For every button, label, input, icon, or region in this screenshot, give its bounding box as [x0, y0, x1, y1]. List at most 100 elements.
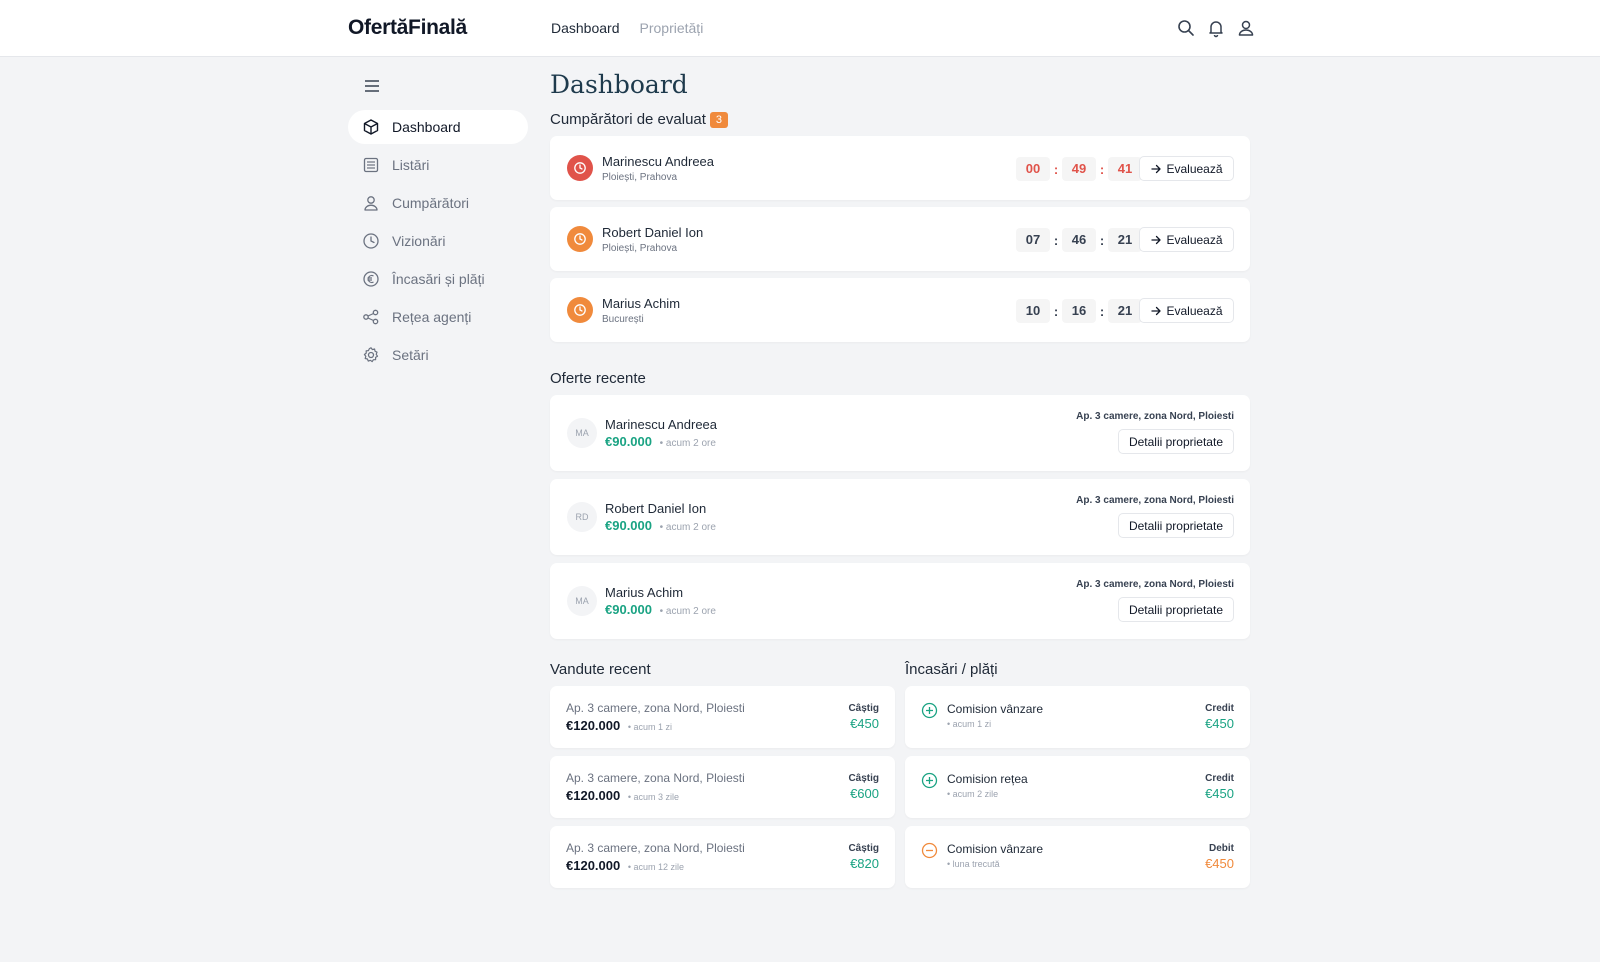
payment-name: Comision vânzare — [947, 702, 1044, 716]
payment-time: • acum 1 zi — [947, 719, 992, 729]
sold-details: €120.000 • acum 12 zile — [566, 858, 684, 873]
sidebar-item-agent-network[interactable]: Rețea agenți — [348, 300, 528, 334]
sidebar-item-payments[interactable]: Încasări și plăți — [348, 262, 528, 296]
sidebar-item-label: Vizionări — [392, 233, 446, 249]
gain-label: Câștig — [848, 843, 879, 854]
avatar: MA — [567, 418, 597, 448]
timer-separator: : — [1099, 232, 1105, 248]
timer-separator: : — [1099, 161, 1105, 177]
sidebar-item-dashboard[interactable]: Dashboard — [348, 110, 528, 144]
hamburger-menu-icon[interactable] — [362, 76, 382, 96]
payment-card[interactable]: Comision rețea • acum 2 zile Credit €450 — [905, 756, 1250, 818]
offer-card: MA Marinescu Andreea €90.000 • acum 2 or… — [550, 395, 1250, 471]
buyer-location: Ploiești, Prahova — [602, 172, 678, 183]
sold-card[interactable]: Ap. 3 camere, zona Nord, Ploiesti €120.0… — [550, 686, 895, 748]
gain-amount: €450 — [850, 716, 879, 731]
user-icon[interactable] — [1236, 18, 1256, 38]
timer-seconds: 21 — [1108, 299, 1142, 323]
sidebar-item-label: Rețea agenți — [392, 309, 472, 325]
evaluate-button-label: Evaluează — [1166, 303, 1223, 318]
sidebar-item-label: Dashboard — [392, 119, 461, 135]
cube-icon — [362, 118, 380, 136]
sidebar-item-label: Încasări și plăți — [392, 271, 485, 287]
timer-separator: : — [1053, 232, 1059, 248]
timer-hours: 10 — [1016, 299, 1050, 323]
sidebar-item-settings[interactable]: Setări — [348, 338, 528, 372]
sidebar-item-listings[interactable]: Listări — [348, 148, 528, 182]
countdown-timer: 10 : 16 : 21 — [1016, 299, 1142, 323]
sidebar-item-buyers[interactable]: Cumpărători — [348, 186, 528, 220]
offer-time: • acum 2 ore — [659, 522, 716, 533]
property-details-button[interactable]: Detalii proprietate — [1117, 429, 1234, 454]
sold-recent-column: Vandute recent Ap. 3 camere, zona Nord, … — [550, 661, 895, 888]
timer-hours: 07 — [1016, 228, 1050, 252]
offers-section-title: Oferte recente — [550, 370, 646, 387]
payment-card[interactable]: Comision vânzare • luna trecută Debit €4… — [905, 826, 1250, 888]
offer-details: €90.000 • acum 2 ore — [605, 518, 716, 533]
clock-icon — [567, 226, 593, 252]
payment-time: • acum 2 zile — [947, 789, 999, 799]
top-nav-dashboard[interactable]: Dashboard — [551, 20, 620, 36]
evaluate-button[interactable]: Evaluează — [1139, 227, 1234, 252]
offer-property: Ap. 3 camere, zona Nord, Ploiesti — [1076, 579, 1234, 590]
buyer-name: Marinescu Andreea — [602, 154, 715, 169]
sold-card[interactable]: Ap. 3 camere, zona Nord, Ploiesti €120.0… — [550, 826, 895, 888]
avatar: MA — [567, 586, 597, 616]
sidebar-item-label: Cumpărători — [392, 195, 470, 211]
payment-time: • luna trecută — [947, 859, 1000, 869]
sold-card[interactable]: Ap. 3 camere, zona Nord, Ploiesti €120.0… — [550, 756, 895, 818]
top-nav: Dashboard Proprietăți — [551, 20, 703, 36]
bell-icon[interactable] — [1206, 18, 1226, 38]
minus-circle-icon — [921, 842, 938, 859]
sold-details: €120.000 • acum 1 zi — [566, 718, 672, 733]
sidebar-item-label: Listări — [392, 157, 430, 173]
offer-card: RD Robert Daniel Ion €90.000 • acum 2 or… — [550, 479, 1250, 555]
offer-price: €90.000 — [605, 602, 652, 617]
sold-price: €120.000 — [566, 718, 621, 733]
offer-price: €90.000 — [605, 434, 652, 449]
buyer-name: Marius Achim — [602, 296, 681, 311]
payment-amount: €450 — [1205, 856, 1234, 871]
offer-buyer-name: Robert Daniel Ion — [605, 501, 707, 516]
offer-property: Ap. 3 camere, zona Nord, Ploiesti — [1076, 495, 1234, 506]
timer-minutes: 46 — [1062, 228, 1096, 252]
clock-icon — [362, 232, 380, 250]
bottom-columns: Vandute recent Ap. 3 camere, zona Nord, … — [550, 661, 1250, 888]
payment-card[interactable]: Comision vânzare • acum 1 zi Credit €450 — [905, 686, 1250, 748]
gain-label: Câștig — [848, 703, 879, 714]
countdown-timer: 00 : 49 : 41 — [1016, 157, 1142, 181]
payment-name: Comision vânzare — [947, 842, 1044, 856]
property-details-button[interactable]: Detalii proprietate — [1117, 597, 1234, 622]
property-details-button[interactable]: Detalii proprietate — [1117, 513, 1234, 538]
evaluate-button[interactable]: Evaluează — [1139, 298, 1234, 323]
search-icon[interactable] — [1176, 18, 1196, 38]
sold-price: €120.000 — [566, 788, 621, 803]
offer-details: €90.000 • acum 2 ore — [605, 434, 716, 449]
app-logo[interactable]: OfertăFinală — [348, 16, 467, 40]
page-title: Dashboard — [550, 70, 688, 99]
top-nav-properties[interactable]: Proprietăți — [640, 20, 704, 36]
arrow-right-icon — [1151, 235, 1162, 244]
arrow-right-icon — [1151, 306, 1162, 315]
offer-time: • acum 2 ore — [659, 606, 716, 617]
arrow-right-icon — [1151, 164, 1162, 173]
gain-amount: €600 — [850, 786, 879, 801]
sold-time: • acum 3 zile — [627, 792, 680, 802]
list-icon — [362, 156, 380, 174]
sidebar-item-viewings[interactable]: Vizionări — [348, 224, 528, 258]
buyer-location: București — [602, 314, 644, 325]
user-icon — [362, 194, 380, 212]
top-bar: OfertăFinală Dashboard Proprietăți — [0, 0, 1600, 57]
payment-name: Comision rețea — [947, 772, 1028, 786]
timer-seconds: 41 — [1108, 157, 1142, 181]
offer-details: €90.000 • acum 2 ore — [605, 602, 716, 617]
sold-section-title: Vandute recent — [550, 661, 651, 678]
sold-property: Ap. 3 camere, zona Nord, Ploiesti — [566, 841, 745, 855]
payment-amount: €450 — [1205, 716, 1234, 731]
evaluate-button[interactable]: Evaluează — [1139, 156, 1234, 181]
main-content: Dashboard Cumpărători de evaluat 3 Marin… — [550, 70, 1250, 888]
buyer-card: Marius Achim București 10 : 16 : 21 Eval… — [550, 278, 1250, 342]
sold-time: • acum 12 zile — [627, 862, 685, 872]
timer-separator: : — [1053, 303, 1059, 319]
share-icon — [362, 308, 380, 326]
